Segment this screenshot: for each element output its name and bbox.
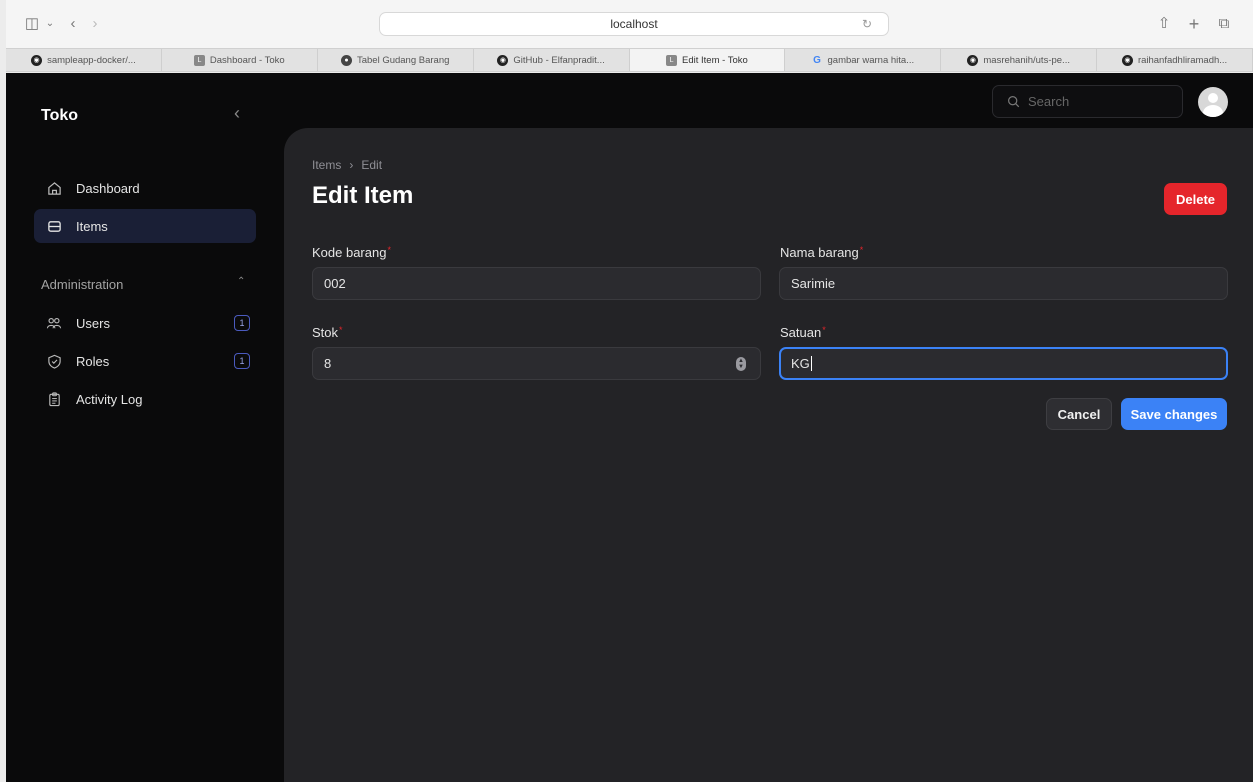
kode-barang-label: Kode barang* (312, 245, 391, 260)
address-bar[interactable]: localhost ↻ (379, 12, 889, 36)
browser-tab[interactable]: ◉ GitHub - Elfanpradit... (474, 49, 630, 71)
tab-label: Tabel Gudang Barang (356, 54, 450, 66)
field-value: KG (791, 356, 810, 371)
chevron-right-icon: › (349, 158, 354, 172)
stok-label: Stok* (312, 325, 343, 340)
sidebar-item-roles[interactable]: Roles 1 (34, 344, 256, 378)
sidebar-item-label: Items (76, 218, 108, 234)
nama-barang-label: Nama barang* (780, 245, 863, 260)
site-icon: ● (340, 54, 352, 66)
required-indicator: * (387, 245, 391, 255)
chevron-down-icon[interactable]: ⌄ (44, 14, 56, 34)
sidebar-group-label: Administration (41, 277, 124, 292)
required-indicator: * (859, 245, 864, 255)
page-title: Edit Item (312, 182, 414, 209)
main-panel: Items › Edit Edit Item Delete Kode baran… (284, 128, 1253, 782)
browser-tab[interactable]: ◉ raihanfadhliramadh... (1097, 49, 1253, 71)
field-label-text: Nama barang (780, 245, 859, 260)
field-value: 8 (324, 356, 332, 371)
number-stepper-icon[interactable]: ▲ ▼ (736, 357, 746, 371)
sidebar-item-activity-log[interactable]: Activity Log (34, 382, 256, 416)
browser-tab-active[interactable]: L Edit Item - Toko (629, 49, 786, 71)
sidebar-item-items[interactable]: Items (34, 209, 256, 243)
required-indicator: * (822, 325, 826, 335)
stok-field[interactable]: 8 ▲ ▼ (312, 347, 761, 380)
brand-name: Toko (41, 107, 79, 124)
field-label-text: Stok (312, 325, 339, 340)
search-placeholder: Search (1028, 94, 1070, 109)
field-value: Sarimie (791, 276, 836, 291)
browser-tab[interactable]: L Dashboard - Toko (162, 49, 318, 71)
home-icon (46, 180, 62, 196)
text-cursor (810, 356, 812, 371)
avatar[interactable] (1198, 87, 1228, 117)
sidebar-item-dashboard[interactable]: Dashboard (34, 171, 256, 205)
sidebar-item-label: Activity Log (76, 391, 143, 407)
breadcrumb-current: Edit (361, 158, 383, 172)
url-text: localhost (610, 17, 658, 31)
tab-overview-icon[interactable]: ⧉ (1216, 14, 1232, 34)
kode-barang-field[interactable]: 002 (312, 267, 761, 300)
satuan-field[interactable]: KG (779, 347, 1228, 380)
field-label-text: Kode barang (312, 245, 387, 260)
browser-toolbar: ◫ ⌄ ‹ › localhost ↻ ⇧ + ⧉ (6, 0, 1253, 48)
sidebar: Toko ‹ Dashboard Items Administration ⌃ (6, 73, 284, 782)
github-icon: ◉ (31, 54, 43, 66)
cancel-button[interactable]: Cancel (1046, 398, 1112, 430)
chevron-up-icon[interactable]: ⌃ (237, 276, 245, 287)
satuan-label: Satuan* (780, 325, 826, 340)
tab-label: Edit Item - Toko (682, 54, 748, 66)
tab-label: masrehanih/uts-pe... (983, 54, 1070, 66)
sidebar-item-label: Users (76, 315, 110, 331)
field-value: 002 (324, 276, 346, 291)
sidebar-item-label: Dashboard (76, 180, 140, 196)
reload-icon[interactable]: ↻ (862, 13, 872, 35)
forward-icon[interactable]: › (88, 14, 102, 34)
tab-label: gambar warna hita... (827, 54, 915, 66)
app-icon: L (666, 54, 678, 66)
browser-tab[interactable]: ◉ sampleapp-docker/... (6, 49, 162, 71)
archive-icon (46, 218, 62, 234)
required-indicator: * (339, 325, 343, 335)
github-icon: ◉ (1121, 54, 1133, 66)
sidebar-item-users[interactable]: Users 1 (34, 306, 256, 340)
tab-label: GitHub - Elfanpradit... (513, 54, 605, 66)
users-icon (46, 315, 62, 331)
github-icon: ◉ (967, 54, 979, 66)
back-icon[interactable]: ‹ (66, 14, 80, 34)
new-tab-icon[interactable]: + (1186, 14, 1202, 34)
share-icon[interactable]: ⇧ (1156, 14, 1172, 34)
shield-icon (46, 353, 62, 369)
google-icon: G (813, 54, 821, 66)
search-icon (1008, 96, 1020, 108)
count-badge: 1 (234, 315, 250, 331)
browser-tab[interactable]: Ggambar warna hita... (785, 49, 942, 71)
sidebar-item-label: Roles (76, 353, 110, 369)
tab-label: raihanfadhliramadh... (1137, 54, 1228, 66)
browser-tab[interactable]: ◉ masrehanih/uts-pe... (941, 49, 1098, 71)
tab-label: sampleapp-docker/... (47, 54, 136, 66)
browser-tab[interactable]: ● Tabel Gudang Barang (318, 49, 474, 71)
breadcrumb-items-link[interactable]: Items (312, 158, 341, 172)
app-icon: L (193, 54, 205, 66)
github-icon: ◉ (497, 54, 509, 66)
save-changes-button[interactable]: Save changes (1121, 398, 1227, 430)
search-input[interactable]: Search (992, 85, 1183, 118)
app-root: Toko ‹ Dashboard Items Administration ⌃ (6, 73, 1253, 782)
tab-bar: ◉ sampleapp-docker/... L Dashboard - Toko … (6, 48, 1253, 72)
sidebar-toggle-icon[interactable]: ◫ (24, 14, 40, 34)
delete-button[interactable]: Delete (1164, 183, 1227, 215)
browser-window: ◫ ⌄ ‹ › localhost ↻ ⇧ + ⧉ ◉ sampleapp-doc… (6, 0, 1253, 782)
tab-label: Dashboard - Toko (209, 54, 285, 66)
clipboard-icon (46, 391, 62, 407)
breadcrumb: Items › Edit (312, 158, 382, 172)
count-badge: 1 (234, 353, 250, 369)
field-label-text: Satuan (780, 325, 822, 340)
collapse-sidebar-icon[interactable]: ‹ (234, 103, 240, 124)
nama-barang-field[interactable]: Sarimie (779, 267, 1228, 300)
